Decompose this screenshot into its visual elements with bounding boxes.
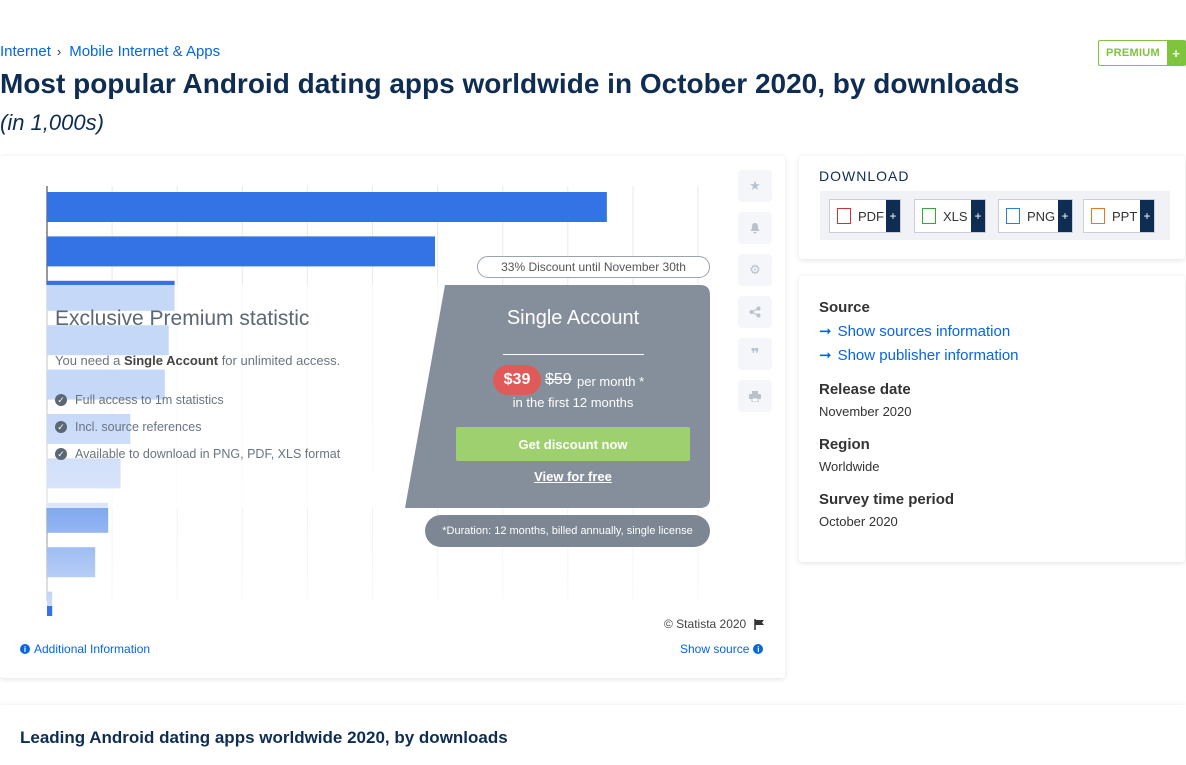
discount-pill: 33% Discount until November 30th bbox=[477, 256, 710, 278]
download-title: DOWNLOAD bbox=[819, 168, 910, 184]
info-icon: i bbox=[20, 644, 30, 654]
download-xls-label: XLS bbox=[943, 208, 968, 224]
download-bar: PDF + XLS + PNG + PPT + bbox=[820, 191, 1170, 240]
favorite-button[interactable]: ★ bbox=[738, 170, 772, 202]
breadcrumb: Internet › Mobile Internet & Apps bbox=[0, 43, 220, 60]
xls-file-icon bbox=[922, 208, 936, 224]
print-button[interactable] bbox=[738, 380, 772, 412]
ppt-file-icon bbox=[1091, 208, 1105, 224]
info-icon: i bbox=[753, 644, 764, 654]
download-ppt-label: PPT bbox=[1112, 208, 1138, 224]
related-statistic-card[interactable]: Leading Android dating apps worldwide 20… bbox=[0, 705, 1186, 765]
view-for-free-link[interactable]: View for free bbox=[455, 469, 691, 484]
check-icon: ✓ bbox=[55, 448, 67, 460]
copyright: © Statista 2020 bbox=[664, 617, 765, 631]
star-icon: ★ bbox=[749, 178, 761, 193]
first-months-text: in the first 12 months bbox=[512, 395, 634, 410]
breadcrumb-separator-icon: › bbox=[56, 44, 62, 59]
gear-icon: ⚙ bbox=[749, 262, 761, 277]
check-icon: ✓ bbox=[55, 421, 67, 433]
arrow-right-icon: ➞ bbox=[819, 347, 832, 364]
settings-button[interactable]: ⚙ bbox=[738, 254, 772, 286]
share-icon bbox=[749, 306, 761, 318]
download-png-plus: + bbox=[1058, 200, 1072, 232]
chart-toolbar: ★ ⚙ ❞ bbox=[738, 170, 772, 412]
download-png-button[interactable]: PNG + bbox=[998, 199, 1073, 233]
chart-bar[interactable] bbox=[47, 192, 607, 222]
download-ppt-button[interactable]: PPT + bbox=[1083, 199, 1155, 233]
related-statistic-title: Leading Android dating apps worldwide 20… bbox=[20, 728, 508, 747]
download-card: DOWNLOAD PDF + XLS + PNG + PPT + bbox=[799, 156, 1185, 259]
premium-plus: + bbox=[1167, 41, 1185, 65]
account-divider bbox=[503, 354, 644, 355]
paywall-need-text: You need a Single Account for unlimited … bbox=[55, 353, 341, 368]
region-value: Worldwide bbox=[819, 459, 880, 474]
premium-badge[interactable]: PREMIUM + bbox=[1098, 40, 1186, 66]
png-file-icon bbox=[1006, 208, 1020, 224]
additional-information-label: Additional Information bbox=[34, 642, 151, 656]
download-ppt-plus: + bbox=[1140, 200, 1154, 232]
price-badge: $39 bbox=[493, 365, 541, 395]
duration-note: *Duration: 12 months, billed annually, s… bbox=[425, 515, 710, 547]
survey-period-value: October 2020 bbox=[819, 514, 898, 529]
statistic-info-card: Source ➞ Show sources information ➞ Show… bbox=[799, 276, 1185, 562]
copyright-text: © Statista 2020 bbox=[664, 617, 747, 631]
download-png-label: PNG bbox=[1027, 208, 1056, 224]
download-pdf-plus: + bbox=[886, 200, 900, 232]
download-xls-plus: + bbox=[971, 200, 985, 232]
chart-card: ★ ⚙ ❞ 33% Discount until November 30th E… bbox=[0, 156, 785, 678]
show-source-link[interactable]: Show source i bbox=[680, 642, 764, 656]
show-source-label: Show source bbox=[680, 642, 750, 656]
flag-icon[interactable] bbox=[754, 618, 765, 630]
release-date-value: November 2020 bbox=[819, 404, 912, 419]
additional-information-link[interactable]: i Additional Information bbox=[20, 642, 150, 656]
cite-button[interactable]: ❞ bbox=[738, 338, 772, 370]
release-date-label: Release date bbox=[819, 381, 911, 398]
notification-button[interactable] bbox=[738, 212, 772, 244]
pdf-file-icon bbox=[837, 208, 851, 224]
page-subtitle: (in 1,000s) bbox=[0, 110, 104, 135]
get-discount-button[interactable]: Get discount now bbox=[456, 427, 690, 461]
page-title: Most popular Android dating apps worldwi… bbox=[0, 68, 1020, 99]
premium-label: PREMIUM bbox=[1105, 47, 1161, 59]
survey-period-label: Survey time period bbox=[819, 491, 955, 508]
arrow-right-icon: ➞ bbox=[819, 323, 832, 340]
paywall-feature: ✓ Full access to 1m statistics bbox=[55, 393, 224, 407]
download-pdf-button[interactable]: PDF + bbox=[829, 199, 901, 233]
show-sources-link[interactable]: ➞ Show sources information bbox=[819, 322, 1011, 341]
premium-paywall: Exclusive Premium statistic You need a S… bbox=[35, 285, 710, 508]
download-xls-button[interactable]: XLS + bbox=[914, 199, 986, 233]
check-icon: ✓ bbox=[55, 394, 67, 406]
old-price: $59 bbox=[545, 371, 572, 388]
show-publisher-label: Show publisher information bbox=[837, 346, 1019, 364]
share-button[interactable] bbox=[738, 296, 772, 328]
paywall-feature: ✓ Available to download in PNG, PDF, XLS… bbox=[55, 447, 340, 461]
show-publisher-link[interactable]: ➞ Show publisher information bbox=[819, 346, 1019, 365]
source-label: Source bbox=[819, 299, 870, 316]
quote-icon: ❞ bbox=[750, 346, 760, 363]
per-month-text: per month * bbox=[577, 374, 645, 389]
print-icon bbox=[749, 390, 761, 402]
show-sources-label: Show sources information bbox=[837, 322, 1011, 340]
breadcrumb-link-mobile-internet-apps[interactable]: Mobile Internet & Apps bbox=[69, 43, 220, 60]
chart-bar[interactable] bbox=[47, 236, 435, 267]
region-label: Region bbox=[819, 436, 870, 453]
account-title: Single Account bbox=[506, 307, 640, 329]
breadcrumb-link-internet[interactable]: Internet bbox=[0, 43, 51, 60]
bell-icon bbox=[750, 222, 760, 233]
paywall-feature: ✓ Incl. source references bbox=[55, 420, 201, 434]
paywall-heading: Exclusive Premium statistic bbox=[55, 307, 310, 330]
download-pdf-label: PDF bbox=[858, 208, 884, 224]
